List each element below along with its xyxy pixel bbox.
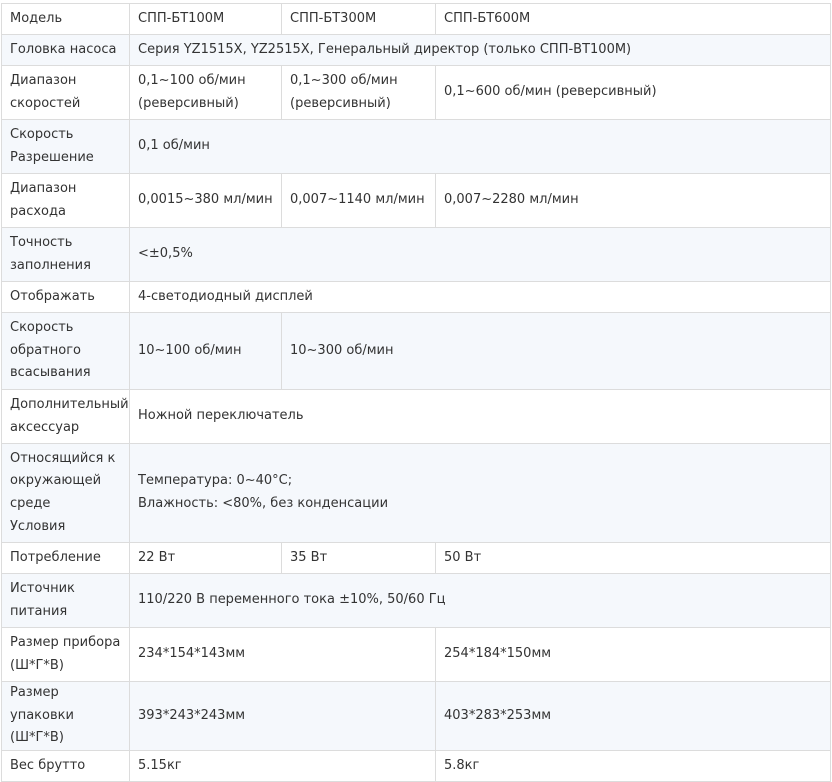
table-cell: 234*154*143мм: [129, 627, 436, 682]
row-label: Размер прибора (Ш*Г*В): [1, 627, 130, 682]
row-label: Скорость Разрешение: [1, 119, 130, 174]
table-row-back-suction: Скорость обратного всасывания 10~100 об/…: [1, 312, 831, 390]
spec-table: Модель СПП-БТ100М СПП-БТ300М СПП-БТ600М …: [1, 3, 831, 782]
table-cell: Серия YZ1515X, YZ2515X, Генеральный дире…: [129, 34, 831, 66]
table-row-power-supply: Источник питания 110/220 В переменного т…: [1, 573, 831, 628]
table-cell: СПП-БТ100М: [129, 3, 282, 35]
table-cell: 35 Вт: [281, 542, 436, 574]
row-label: Размер упаковки (Ш*Г*В): [1, 680, 130, 752]
table-row-gross-weight: Вес брутто 5.15кг 5.8кг: [1, 750, 831, 782]
table-cell: Ножной переключатель: [129, 389, 831, 444]
row-label: Скорость обратного всасывания: [1, 312, 130, 390]
table-row-environment: Относящийся к окружающей среде Условия Т…: [1, 443, 831, 543]
table-cell: 0,1~300 об/мин (реверсивный): [281, 65, 436, 120]
table-cell: 10~100 об/мин: [129, 312, 282, 390]
table-row-pump-head: Головка насоса Серия YZ1515X, YZ2515X, Г…: [1, 34, 831, 66]
table-row-fill-accuracy: Точность заполнения <±0,5%: [1, 227, 831, 282]
row-label: Источник питания: [1, 573, 130, 628]
table-row-speed-resolution: Скорость Разрешение 0,1 об/мин: [1, 119, 831, 174]
row-label: Отображать: [1, 281, 130, 313]
table-cell: <±0,5%: [129, 227, 831, 282]
row-label: Вес брутто: [1, 750, 130, 782]
row-label: Модель: [1, 3, 130, 35]
table-cell: 254*184*150мм: [435, 627, 831, 682]
row-label: Диапазон расхода: [1, 173, 130, 228]
table-row-power-consumption: Потребление 22 Вт 35 Вт 50 Вт: [1, 542, 831, 574]
row-label: Потребление: [1, 542, 130, 574]
table-row-device-size: Размер прибора (Ш*Г*В) 234*154*143мм 254…: [1, 627, 831, 682]
table-cell: СПП-БТ600М: [435, 3, 831, 35]
row-label: Диапазон скоростей: [1, 65, 130, 120]
table-cell: 0,007~1140 мл/мин: [281, 173, 436, 228]
table-cell: 403*283*253мм: [435, 680, 831, 752]
table-cell: 4-светодиодный дисплей: [129, 281, 831, 313]
table-cell: 22 Вт: [129, 542, 282, 574]
table-cell: 0,1~100 об/мин (реверсивный): [129, 65, 282, 120]
table-cell: 0,007~2280 мл/мин: [435, 173, 831, 228]
table-cell: Температура: 0~40°C; Влажность: <80%, бе…: [129, 443, 831, 543]
table-row-model: Модель СПП-БТ100М СПП-БТ300М СПП-БТ600М: [1, 3, 831, 35]
table-row-accessory: Дополнительный аксессуар Ножной переключ…: [1, 389, 831, 444]
table-row-package-size: Размер упаковки (Ш*Г*В) 393*243*243мм 40…: [1, 680, 831, 752]
table-cell: 50 Вт: [435, 542, 831, 574]
table-cell: 110/220 В переменного тока ±10%, 50/60 Г…: [129, 573, 831, 628]
row-label: Точность заполнения: [1, 227, 130, 282]
table-cell: 5.8кг: [435, 750, 831, 782]
table-row-flow-range: Диапазон расхода 0,0015~380 мл/мин 0,007…: [1, 173, 831, 228]
table-cell: 0,1~600 об/мин (реверсивный): [435, 65, 831, 120]
table-row-speed-range: Диапазон скоростей 0,1~100 об/мин (ревер…: [1, 65, 831, 120]
table-cell: 10~300 об/мин: [281, 312, 831, 390]
row-label: Дополнительный аксессуар: [1, 389, 130, 444]
table-cell: СПП-БТ300М: [281, 3, 436, 35]
row-label: Головка насоса: [1, 34, 130, 66]
table-cell: 0,0015~380 мл/мин: [129, 173, 282, 228]
table-row-display: Отображать 4-светодиодный дисплей: [1, 281, 831, 313]
table-cell: 393*243*243мм: [129, 680, 436, 752]
table-cell: 0,1 об/мин: [129, 119, 831, 174]
row-label: Относящийся к окружающей среде Условия: [1, 443, 130, 543]
table-cell: 5.15кг: [129, 750, 436, 782]
